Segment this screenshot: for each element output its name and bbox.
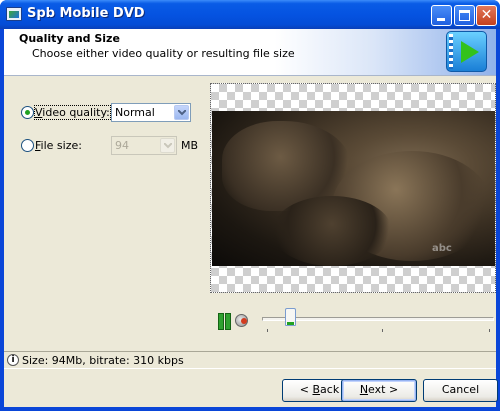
file-size-radio[interactable] xyxy=(21,139,34,152)
wizard-page: Quality and Size Choose either video qua… xyxy=(4,29,498,407)
status-bar: i Size: 94Mb, bitrate: 310 kbps xyxy=(4,351,496,369)
app-window: Spb Mobile DVD ✕ Quality and Size Choose… xyxy=(0,0,500,411)
page-title: Quality and Size xyxy=(19,32,120,45)
stop-icon[interactable] xyxy=(235,314,248,327)
video-quality-select[interactable]: Normal xyxy=(111,103,191,122)
video-watermark: abc xyxy=(432,243,452,254)
seek-tick xyxy=(382,329,383,332)
next-button[interactable]: Next > xyxy=(341,379,417,402)
file-size-unit: MB xyxy=(181,139,199,152)
play-logo-icon xyxy=(446,31,487,72)
seek-track[interactable] xyxy=(262,317,494,321)
seek-tick xyxy=(267,329,268,332)
chevron-down-icon xyxy=(160,138,175,153)
wizard-header: Quality and Size Choose either video qua… xyxy=(4,29,496,76)
next-accel: N xyxy=(359,383,369,396)
status-text: Size: 94Mb, bitrate: 310 kbps xyxy=(22,354,184,367)
seek-tick xyxy=(489,329,490,332)
minimize-button[interactable] xyxy=(431,5,452,26)
file-size-select: 94 xyxy=(111,136,177,155)
close-button[interactable]: ✕ xyxy=(476,5,497,26)
cancel-button[interactable]: Cancel xyxy=(423,379,498,402)
file-size-value: 94 xyxy=(115,139,129,152)
back-prefix: < xyxy=(299,383,313,396)
window-title: Spb Mobile DVD xyxy=(27,6,145,21)
maximize-button[interactable] xyxy=(454,5,475,26)
maximize-icon xyxy=(459,10,470,21)
next-rest: ext > xyxy=(368,383,399,396)
chevron-down-icon[interactable] xyxy=(174,105,189,120)
file-size-label[interactable]: File size: xyxy=(35,139,82,152)
video-quality-label[interactable]: Video quality: xyxy=(34,105,111,120)
video-quality-radio[interactable] xyxy=(21,106,34,119)
video-preview: abc xyxy=(210,83,496,293)
page-subtitle: Choose either video quality or resulting… xyxy=(32,47,295,60)
back-rest: ack xyxy=(320,383,340,396)
video-frame: abc xyxy=(212,111,495,266)
window-icon xyxy=(6,7,22,21)
pause-icon[interactable] xyxy=(218,313,231,330)
minimize-icon xyxy=(437,18,445,21)
close-icon: ✕ xyxy=(480,7,493,23)
seek-thumb[interactable] xyxy=(285,308,296,326)
back-accel: B xyxy=(312,383,321,396)
video-quality-value: Normal xyxy=(115,106,155,119)
title-bar[interactable]: Spb Mobile DVD ✕ xyxy=(0,0,500,29)
info-icon: i xyxy=(7,354,19,366)
